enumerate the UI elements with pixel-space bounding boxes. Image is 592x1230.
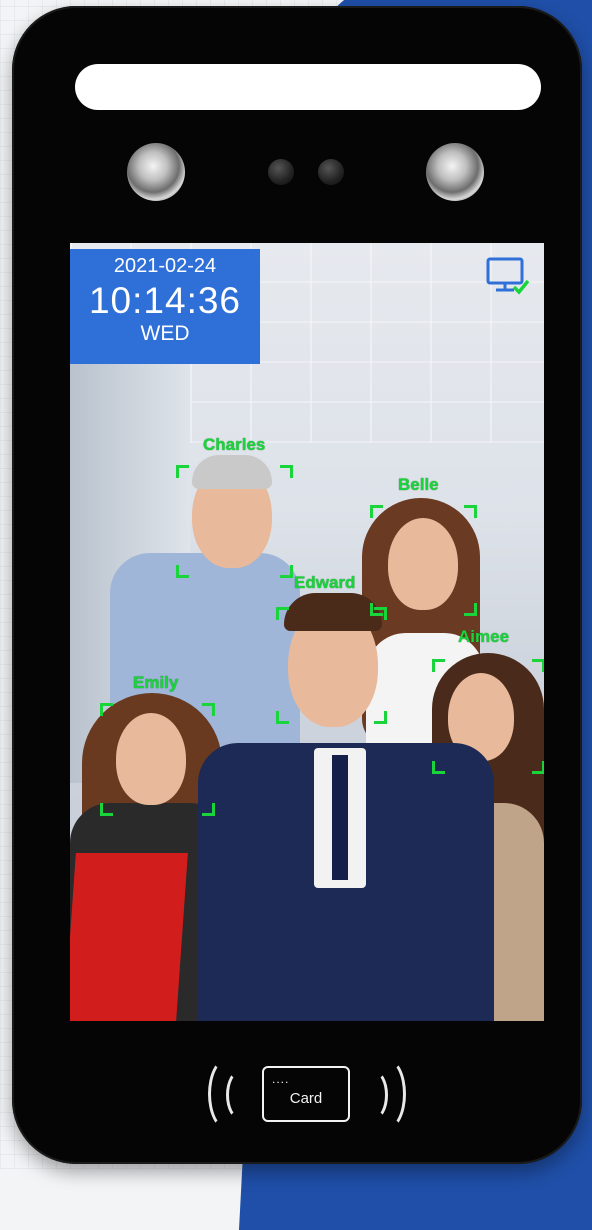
left-camera-icon	[127, 143, 185, 201]
card-reader[interactable]: .... Card	[12, 1036, 582, 1146]
weekday-display: WED	[140, 322, 190, 345]
person-head	[116, 713, 186, 805]
person-head	[388, 518, 458, 610]
face-label-edward: Edward	[294, 573, 356, 592]
card-chip-dots: ....	[272, 1072, 290, 1086]
face-label-belle: Belle	[398, 475, 439, 494]
red-folder	[70, 853, 188, 1021]
monitor-check-icon	[486, 257, 530, 295]
face-recognition-terminal: Charles Belle Edward Aimee Emily 2021-02…	[12, 6, 582, 1164]
ir-sensor-icon	[318, 159, 344, 185]
nfc-wave-icon	[368, 1058, 406, 1130]
ir-sensor-icon	[268, 159, 294, 185]
card-reader-icon[interactable]: .... Card	[262, 1066, 350, 1122]
clock-panel: 2021-02-24 10:14:36 WED	[70, 249, 260, 364]
time-display: 10:14:36	[88, 280, 242, 321]
nfc-wave-icon	[226, 1070, 254, 1120]
face-label-emily: Emily	[133, 673, 179, 692]
date-display: 2021-02-24	[113, 255, 217, 277]
display-screen[interactable]: Charles Belle Edward Aimee Emily 2021-02…	[70, 243, 544, 1021]
right-camera-icon	[426, 143, 484, 201]
face-label-aimee: Aimee	[458, 627, 510, 646]
person-hair	[192, 455, 272, 489]
card-label: Card	[289, 1090, 323, 1107]
necktie	[332, 755, 348, 880]
face-label-charles: Charles	[203, 435, 266, 454]
person-hair	[284, 593, 382, 631]
fill-light-bar	[75, 64, 541, 110]
